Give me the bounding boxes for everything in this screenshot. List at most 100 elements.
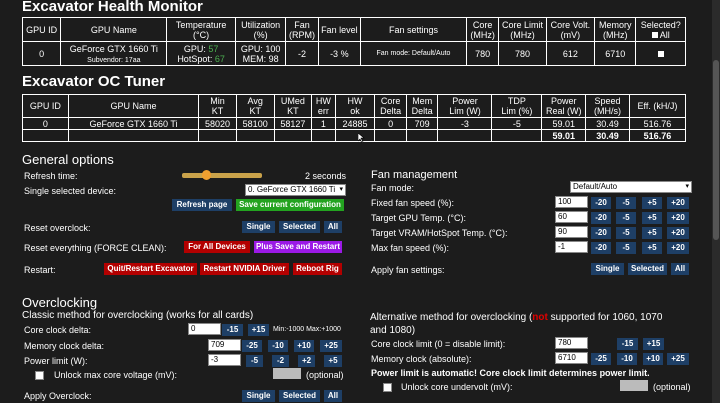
undervolt-optional: (optional) bbox=[653, 382, 691, 392]
reset-single-button[interactable]: Single bbox=[242, 221, 275, 233]
max-fan-minus20-button[interactable]: -20 bbox=[591, 242, 611, 254]
vram-minus5-button[interactable]: -5 bbox=[616, 227, 636, 239]
unlock-voltage-checkbox[interactable] bbox=[35, 371, 44, 380]
reset-overclock-label: Reset overclock: bbox=[24, 223, 91, 233]
total-speed: 30.49 bbox=[585, 129, 630, 142]
alt-mem-minus25-button[interactable]: -25 bbox=[591, 353, 611, 365]
quit-restart-button[interactable]: Quit/Restart Excavator bbox=[104, 263, 197, 275]
plus-save-restart-button[interactable]: Plus Save and Restart bbox=[254, 241, 342, 253]
power-minus5-button[interactable]: -5 bbox=[246, 355, 263, 367]
alt-mem-input[interactable]: 6710 bbox=[555, 352, 588, 364]
oc-tuner-title: Excavator OC Tuner bbox=[22, 73, 166, 90]
max-fan-plus20-button[interactable]: +20 bbox=[667, 242, 689, 254]
alt-mem-minus10-button[interactable]: -10 bbox=[617, 353, 637, 365]
oc-col-power-lim: Power Lim (W) bbox=[437, 94, 493, 118]
refresh-page-button[interactable]: Refresh page bbox=[172, 199, 232, 211]
power-limit-input[interactable]: -3 bbox=[208, 354, 241, 366]
vram-plus20-button[interactable]: +20 bbox=[667, 227, 689, 239]
restart-label: Restart: bbox=[24, 265, 56, 275]
core-limit-plus15-button[interactable]: +15 bbox=[643, 338, 664, 350]
oc-col-eff: Eff. (kH/J) bbox=[628, 94, 687, 118]
fixed-minus20-button[interactable]: -20 bbox=[591, 197, 611, 209]
fixed-minus5-button[interactable]: -5 bbox=[616, 197, 636, 209]
select-all-checkbox[interactable] bbox=[651, 32, 658, 39]
core-delta-minus15-button[interactable]: -15 bbox=[222, 324, 243, 336]
fan-selected-button[interactable]: Selected bbox=[628, 263, 667, 275]
unlock-voltage-input[interactable] bbox=[273, 368, 301, 379]
power-plus5-button[interactable]: +5 bbox=[324, 355, 342, 367]
mem-delta-plus10-button[interactable]: +10 bbox=[294, 340, 314, 352]
total-eff: 516.76 bbox=[628, 129, 687, 142]
fan-mode-select[interactable]: Default/Auto ▾ bbox=[570, 181, 692, 193]
mem-delta-input[interactable]: 709 bbox=[208, 339, 241, 351]
vram-plus5-button[interactable]: +5 bbox=[642, 227, 662, 239]
oc-col-power-real: Power Real (W) bbox=[541, 94, 587, 118]
oc-selected-button[interactable]: Selected bbox=[279, 390, 320, 402]
max-fan-minus5-button[interactable]: -5 bbox=[616, 242, 636, 254]
vram-minus20-button[interactable]: -20 bbox=[591, 227, 611, 239]
gpu-temp-input[interactable]: 60 bbox=[555, 211, 588, 223]
mem-delta-minus25-button[interactable]: -25 bbox=[242, 340, 262, 352]
oc-speed: 30.49 bbox=[585, 117, 630, 130]
undervolt-label: Unlock core undervolt (mV): bbox=[401, 382, 513, 392]
vram-temp-input[interactable]: 90 bbox=[555, 226, 588, 238]
gpu-temp-minus20-button[interactable]: -20 bbox=[591, 212, 611, 224]
refresh-slider-thumb[interactable] bbox=[202, 170, 211, 180]
power-minus2-button[interactable]: -2 bbox=[272, 355, 289, 367]
oc-col-gpu-id: GPU ID bbox=[22, 94, 69, 118]
oc-header-row: GPU ID GPU Name Min KT Avg KT UMed KT HW err… bbox=[22, 94, 687, 118]
core-delta-plus15-button[interactable]: +15 bbox=[248, 324, 269, 336]
power-plus2-button[interactable]: +2 bbox=[298, 355, 315, 367]
oc-single-button[interactable]: Single bbox=[242, 390, 275, 402]
max-fan-input[interactable]: -1 bbox=[555, 241, 588, 253]
gpu-name: GeForce GTX 1660 Ti Subvendor: 17aa bbox=[60, 41, 168, 66]
refresh-time-slider[interactable] bbox=[182, 170, 262, 180]
core-delta-input[interactable]: 0 bbox=[188, 323, 221, 335]
undervolt-checkbox[interactable] bbox=[383, 383, 392, 392]
undervolt-input[interactable] bbox=[620, 380, 648, 391]
row-select-checkbox[interactable] bbox=[657, 50, 664, 57]
gpu-temp-plus5-button[interactable]: +5 bbox=[642, 212, 662, 224]
col-gpu-id: GPU ID bbox=[21, 17, 62, 42]
oc-col-hw-ok: HW ok bbox=[334, 94, 376, 118]
mem-delta-plus25-button[interactable]: +25 bbox=[320, 340, 342, 352]
gpu-temp-plus20-button[interactable]: +20 bbox=[667, 212, 689, 224]
apply-overclock-label: Apply Overclock: bbox=[24, 391, 92, 401]
oc-power-lim: -3 bbox=[437, 117, 493, 130]
mem-delta-minus10-button[interactable]: -10 bbox=[268, 340, 288, 352]
gpu-temp-minus5-button[interactable]: -5 bbox=[616, 212, 636, 224]
health-header-row: GPU ID GPU Name Temperature (°C) Utilizat… bbox=[21, 17, 686, 42]
reset-selected-button[interactable]: Selected bbox=[279, 221, 320, 233]
fan-all-button[interactable]: All bbox=[671, 263, 689, 275]
page-scrollbar[interactable] bbox=[712, 0, 720, 403]
reset-everything-label: Reset everything (FORCE CLEAN): bbox=[24, 243, 167, 253]
fixed-plus20-button[interactable]: +20 bbox=[667, 197, 689, 209]
fan-settings: Fan mode: Default/Auto bbox=[360, 41, 467, 66]
for-all-devices-button[interactable]: For All Devices bbox=[184, 241, 250, 253]
max-fan-plus5-button[interactable]: +5 bbox=[642, 242, 662, 254]
col-temperature: Temperature (°C) bbox=[166, 17, 236, 42]
reboot-rig-button[interactable]: Reboot Rig bbox=[293, 263, 342, 275]
fixed-fan-input[interactable]: 100 bbox=[555, 196, 588, 208]
oc-hw-ok: 24885 bbox=[334, 117, 376, 130]
reset-all-button[interactable]: All bbox=[324, 221, 342, 233]
core-limit-minus15-button[interactable]: -15 bbox=[617, 338, 638, 350]
core-limit-input[interactable]: 780 bbox=[555, 337, 588, 349]
power-automatic-note: Power limit is automatic! Core clock lim… bbox=[371, 368, 650, 378]
mem-delta-label: Memory clock delta: bbox=[24, 341, 105, 351]
refresh-time-value: 2 seconds bbox=[305, 171, 347, 181]
restart-nvidia-button[interactable]: Restart NVIDIA Driver bbox=[200, 263, 289, 275]
fan-single-button[interactable]: Single bbox=[591, 263, 624, 275]
oc-all-button[interactable]: All bbox=[324, 390, 342, 402]
core-limit: 780 bbox=[498, 41, 547, 66]
device-select[interactable]: 0. GeForce GTX 1660 Ti ▾ bbox=[245, 184, 346, 196]
alt-mem-plus10-button[interactable]: +10 bbox=[643, 353, 663, 365]
alt-mem-plus25-button[interactable]: +25 bbox=[667, 353, 689, 365]
gpu-id: 0 bbox=[21, 41, 62, 66]
fixed-plus5-button[interactable]: +5 bbox=[642, 197, 662, 209]
col-selected: Selected? All bbox=[635, 17, 686, 42]
classic-method-title: Classic method for overclocking (works f… bbox=[22, 310, 254, 321]
save-config-button[interactable]: Save current configuration bbox=[236, 199, 344, 211]
scrollbar-thumb[interactable] bbox=[713, 60, 719, 240]
max-fan-label: Max fan speed (%): bbox=[371, 243, 450, 253]
